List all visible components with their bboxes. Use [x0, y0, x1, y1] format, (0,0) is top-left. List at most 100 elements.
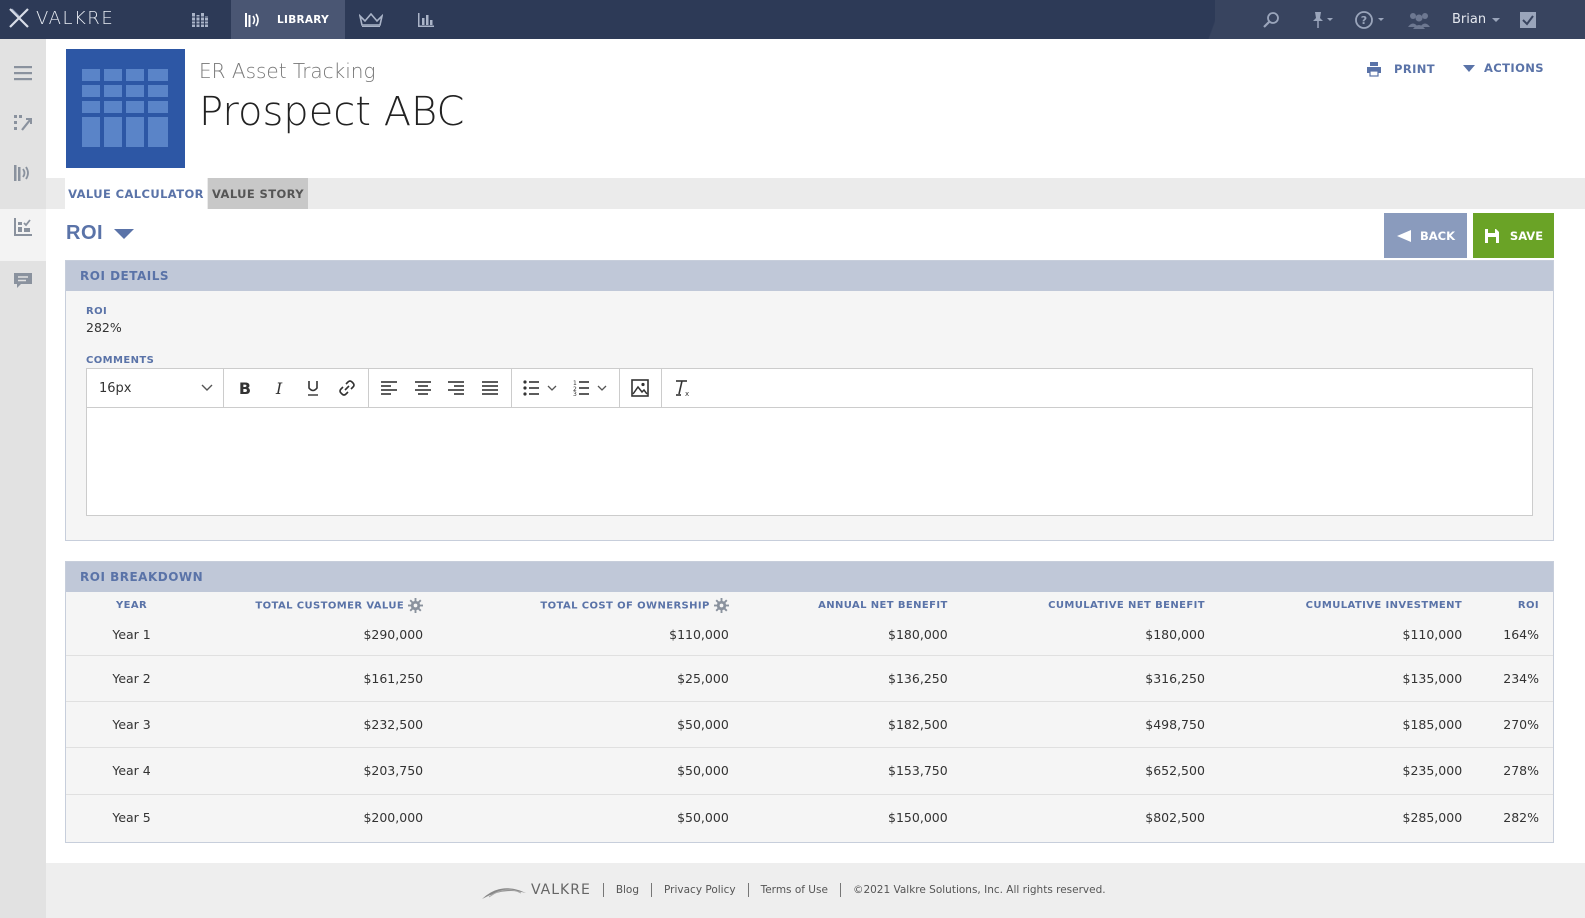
section-selector[interactable]: ROI [66, 222, 135, 245]
user-name: Brian [1452, 12, 1487, 27]
comments-editor: 16px B I 1 2 3 x [86, 368, 1533, 516]
bar-chart-icon [418, 12, 434, 27]
actions-label: ACTIONS [1484, 61, 1544, 75]
sidebar-item-comments[interactable] [11, 269, 35, 293]
nav-reports[interactable] [416, 0, 436, 39]
bullet-list-icon [523, 380, 557, 396]
align-left-button[interactable] [377, 377, 401, 399]
align-center-button[interactable] [411, 377, 435, 399]
footer-link-terms-of-use[interactable]: Terms of Use [761, 884, 828, 896]
cell-total-cost-of-ownership: $50,000 [423, 700, 729, 748]
cell-roi: 164% [1503, 626, 1539, 642]
cell-cumulative-investment: $235,000 [1204, 747, 1463, 795]
sidebar-item-calculator[interactable] [11, 215, 35, 239]
valkre-swoosh-icon [482, 888, 526, 899]
align-justify-icon [482, 381, 498, 395]
cell-roi: 278% [1462, 747, 1553, 795]
font-size-value: 16px [99, 381, 132, 396]
column-header-year: YEAR [116, 599, 148, 611]
report-check-icon [14, 218, 32, 236]
cell-total-cost-of-ownership: $50,000 [423, 747, 729, 795]
nav-dashboard[interactable] [188, 0, 212, 39]
valkre-logo[interactable]: VALKRE [8, 7, 114, 29]
svg-text:?: ? [1361, 14, 1367, 27]
print-button[interactable]: PRINT [1366, 61, 1435, 77]
cell-cumulative-net-benefit: $316,250 [947, 654, 1205, 702]
sidebar-menu[interactable] [11, 61, 35, 85]
link-button[interactable] [335, 377, 359, 399]
clear-format-button[interactable]: x [671, 377, 695, 399]
column-header-total-customer-value[interactable]: TOTAL CUSTOMER VALUE [197, 592, 424, 614]
checkbox-icon [1520, 11, 1536, 28]
user-menu[interactable]: Brian [1452, 0, 1502, 39]
footer-links: VALKRE Blog Privacy Policy Terms of Use … [481, 879, 1106, 901]
footer-brand: VALKRE [531, 882, 591, 898]
nav-library[interactable]: LIBRARY [231, 0, 345, 39]
cell-cumulative-net-benefit: $180,000 [1145, 626, 1205, 642]
svg-text:3: 3 [573, 391, 577, 396]
cell-cumulative-investment: $185,000 [1204, 700, 1463, 748]
page-header: ER Asset Tracking Prospect ABC PRINT ACT… [46, 39, 1585, 178]
search-button[interactable] [1262, 0, 1280, 39]
italic-button[interactable]: I [267, 377, 291, 399]
actions-button[interactable]: ACTIONS [1462, 61, 1544, 75]
link-icon [339, 380, 355, 396]
align-right-button[interactable] [444, 377, 468, 399]
pin-button[interactable] [1310, 0, 1336, 39]
caret-down-icon [1463, 65, 1475, 72]
nav-library-label: LIBRARY [277, 13, 330, 26]
top-bar: VALKRE LIBRARY ? Brian [0, 0, 1585, 39]
save-button[interactable]: SAVE [1473, 213, 1554, 258]
save-label: SAVE [1509, 228, 1544, 243]
main-content: ROI BACK SAVE ROI DETAILS ROI 282% COMME… [46, 209, 1585, 863]
cell-cumulative-investment: $135,000 [1204, 654, 1463, 702]
sidebar-item-library[interactable] [11, 161, 35, 185]
numbered-list-button[interactable]: 123 [571, 377, 615, 399]
tab-value-story[interactable]: VALUE STORY [208, 178, 308, 209]
asset-thumbnail [66, 49, 185, 168]
grid-columns-icon [82, 69, 168, 147]
library-icon [14, 165, 29, 181]
cell-annual-net-benefit: $153,750 [728, 747, 948, 795]
table-row: Year 5 $200,000 $50,000 $150,000 $802,50… [66, 793, 1553, 841]
tasks-button[interactable] [1519, 0, 1537, 39]
gear-icon[interactable] [713, 597, 729, 613]
footer-link-blog[interactable]: Blog [616, 884, 639, 896]
insert-image-button[interactable] [628, 377, 652, 399]
back-label: BACK [1419, 228, 1456, 243]
grid-columns-icon [192, 12, 208, 27]
back-button[interactable]: BACK [1384, 213, 1467, 258]
tab-value-calculator[interactable]: VALUE CALCULATOR [65, 178, 207, 209]
bullet-list-button[interactable] [521, 377, 565, 399]
footer-copyright: ©2021 Valkre Solutions, Inc. All rights … [852, 884, 1106, 896]
cell-cumulative-net-benefit: $652,500 [947, 747, 1205, 795]
team-button[interactable] [1408, 0, 1430, 39]
gear-icon[interactable] [408, 597, 424, 613]
roi-details-panel: ROI DETAILS ROI 282% COMMENTS 16px B I 1… [65, 260, 1554, 541]
sidebar-item-flows[interactable] [11, 111, 35, 135]
table-row: Year 1 $290,000 $110,000 $180,000 $180,0… [66, 614, 1553, 655]
italic-icon: I [275, 380, 283, 396]
column-header-total-cost-of-ownership[interactable]: TOTAL COST OF OWNERSHIP [423, 592, 729, 614]
comments-label: COMMENTS [86, 355, 155, 366]
cell-year: Year 2 [66, 654, 198, 702]
table-row: Year 3 $232,500 $50,000 $182,500 $498,75… [66, 700, 1553, 748]
search-icon [1263, 11, 1279, 28]
column-header-annual-net-benefit: ANNUAL NET BENEFIT [818, 599, 948, 611]
team-icon [1408, 12, 1430, 29]
help-button[interactable]: ? [1354, 0, 1388, 39]
editor-toolbar: 16px B I 1 2 3 x [87, 369, 1532, 408]
crown-icon [359, 12, 383, 27]
underline-button[interactable] [301, 377, 325, 399]
nav-crown[interactable] [358, 0, 384, 39]
section-selector-label: ROI [66, 222, 104, 244]
bold-button[interactable]: B [233, 377, 257, 399]
cell-cumulative-net-benefit: $802,500 [947, 793, 1205, 841]
underline-icon [308, 381, 318, 396]
comments-textarea[interactable] [87, 408, 1532, 516]
svg-text:x: x [685, 390, 689, 397]
table-header-row: YEAR TOTAL CUSTOMER VALUE TOTAL COST OF … [66, 592, 1553, 614]
font-size-select[interactable]: 16px [87, 369, 223, 407]
footer-link-privacy-policy[interactable]: Privacy Policy [664, 884, 736, 896]
align-justify-button[interactable] [478, 377, 502, 399]
